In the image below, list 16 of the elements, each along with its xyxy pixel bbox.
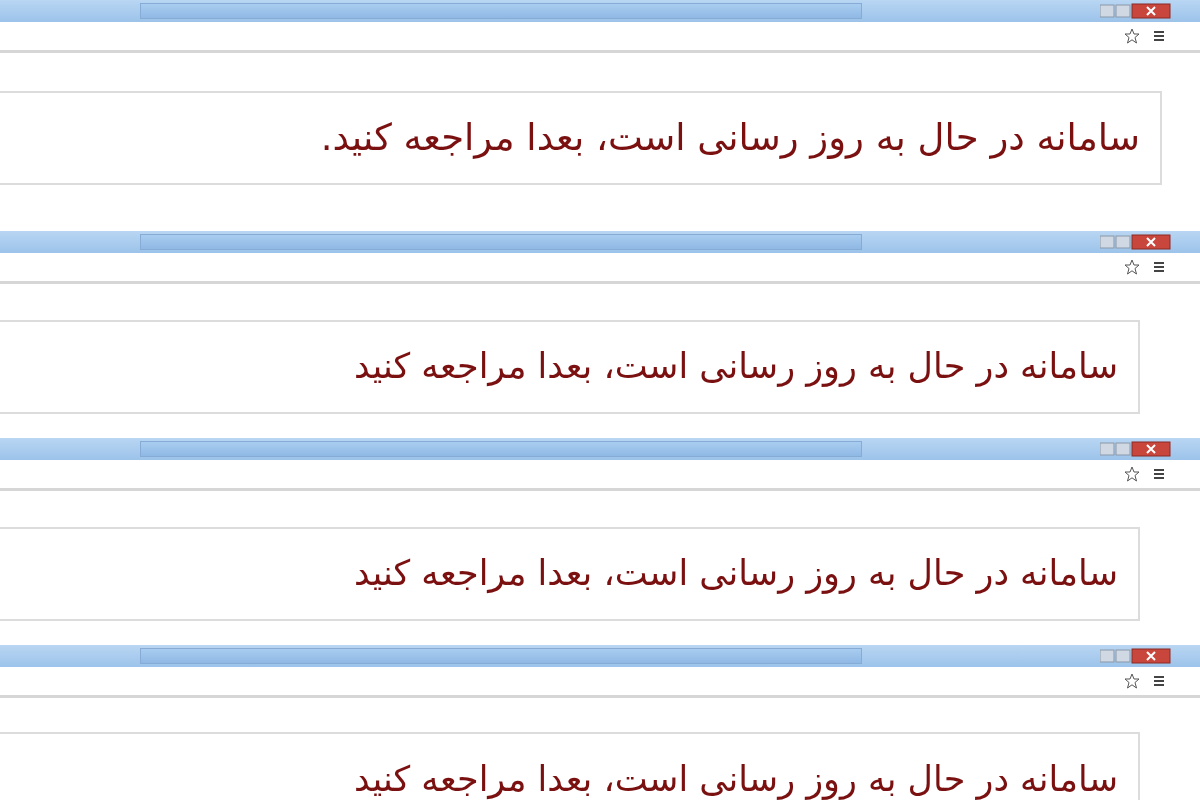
star-icon[interactable] bbox=[1124, 259, 1140, 275]
maintenance-message: سامانه در حال به روز رسانی است، بعدا مراجعه کنید bbox=[354, 757, 1118, 800]
star-icon[interactable] bbox=[1124, 28, 1140, 44]
window-controls-drawing bbox=[1100, 441, 1172, 457]
menu-icon[interactable] bbox=[1152, 467, 1166, 481]
star-icon[interactable] bbox=[1124, 673, 1140, 689]
maintenance-message: سامانه در حال به روز رسانی است، بعدا مراجعه کنید bbox=[354, 552, 1118, 596]
maintenance-message: سامانه در حال به روز رسانی است، بعدا مراجعه کنید. bbox=[320, 114, 1140, 161]
window-controls-drawing bbox=[1100, 3, 1172, 19]
maintenance-message: سامانه در حال به روز رسانی است، بعدا مراجعه کنید bbox=[354, 345, 1118, 389]
window-controls-drawing bbox=[1100, 234, 1172, 250]
menu-icon[interactable] bbox=[1152, 260, 1166, 274]
window-controls-drawing bbox=[1100, 648, 1172, 664]
star-icon[interactable] bbox=[1124, 466, 1140, 482]
menu-icon[interactable] bbox=[1152, 29, 1166, 43]
menu-icon[interactable] bbox=[1152, 674, 1166, 688]
